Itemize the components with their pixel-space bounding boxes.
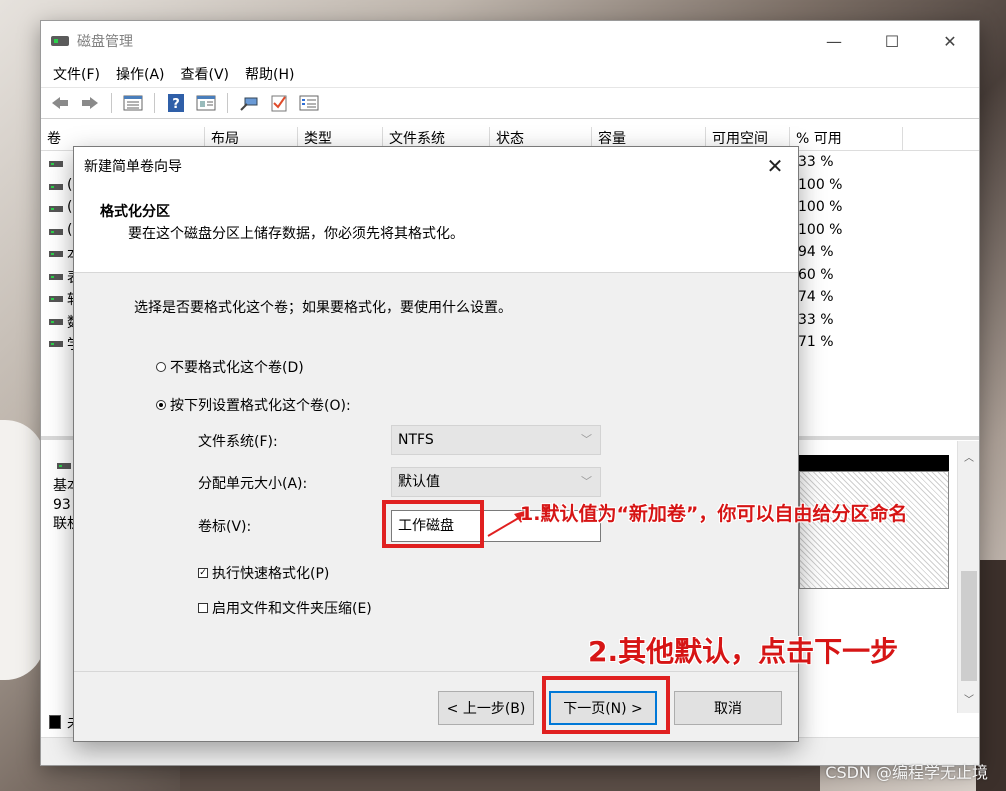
forward-icon[interactable] <box>77 90 103 116</box>
back-button[interactable]: < 上一步(B) <box>438 691 534 725</box>
percent-free: 94 % <box>798 244 834 260</box>
dialog-title[interactable]: 新建简单卷向导 <box>74 147 798 185</box>
minimize-button[interactable]: — <box>805 21 863 61</box>
svg-text:?: ? <box>172 97 180 112</box>
wizard-body: 选择是否要格式化这个卷；如果要格式化，要使用什么设置。 不要格式化这个卷(D) … <box>74 273 798 681</box>
wizard-step-description: 要在这个磁盘分区上储存数据，你必须先将其格式化。 <box>128 226 464 242</box>
format-option[interactable]: 按下列设置格式化这个卷(O): <box>156 395 351 415</box>
no-format-label: 不要格式化这个卷(D) <box>170 360 304 376</box>
background-shape <box>0 420 45 680</box>
toolbar: ? <box>41 87 979 119</box>
allocation-unit-label: 分配单元大小(A): <box>198 476 308 492</box>
percent-free: 33 % <box>798 311 834 328</box>
toolbar-divider <box>154 93 155 113</box>
wizard-step-title: 格式化分区 <box>100 204 170 220</box>
file-system-select[interactable]: NTFS ﹀ <box>391 425 601 455</box>
chevron-down-icon: ﹀ <box>581 475 592 488</box>
percent-free: 71 % <box>798 334 834 350</box>
compression-label: 启用文件和文件夹压缩(E) <box>212 601 372 617</box>
radio-button[interactable] <box>156 362 166 372</box>
volume-name: ( <box>67 221 73 238</box>
menu-help[interactable]: 帮助(H) <box>239 64 300 84</box>
checkbox-checked[interactable]: ✓ <box>198 568 208 578</box>
back-icon[interactable] <box>47 90 73 116</box>
title-bar[interactable]: 磁盘管理 — ☐ ✕ <box>41 21 979 61</box>
column-header[interactable]: % 可用 <box>790 127 903 150</box>
drive-icon <box>49 206 63 212</box>
allocation-unit-value: 默认值 <box>398 474 440 490</box>
toolbar-divider <box>111 93 112 113</box>
menu-action[interactable]: 操作(A) <box>110 64 171 84</box>
unallocated-region[interactable] <box>799 471 949 589</box>
format-label: 按下列设置格式化这个卷(O): <box>170 398 351 414</box>
drive-icon <box>49 228 63 235</box>
dialog-close-icon[interactable]: ✕ <box>760 151 790 181</box>
check-icon[interactable] <box>266 90 292 116</box>
unallocated-bar <box>799 455 949 471</box>
volume-label-highlight <box>382 500 484 548</box>
allocation-unit-select[interactable]: 默认值 ﹀ <box>391 467 601 497</box>
wizard-header: 格式化分区 要在这个磁盘分区上储存数据，你必须先将其格式化。 <box>74 185 798 273</box>
menu-file[interactable]: 文件(F) <box>47 64 106 84</box>
radio-button-selected[interactable] <box>156 400 166 410</box>
unallocated-legend-swatch <box>49 715 61 729</box>
next-button-highlight <box>542 676 670 734</box>
list-icon[interactable] <box>296 90 322 116</box>
scroll-up-icon[interactable]: ︿ <box>958 449 980 469</box>
format-question: 选择是否要格式化这个卷；如果要格式化，要使用什么设置。 <box>134 300 512 316</box>
percent-free: 60 % <box>798 266 834 283</box>
percent-free: 74 % <box>798 289 834 305</box>
background-shape <box>976 560 1006 791</box>
volume-name: ( <box>67 199 73 215</box>
volume-name: ( <box>67 176 73 193</box>
wizard-footer: < 上一步(B) 下一页(N) > 取消 <box>74 671 798 741</box>
drive-icon <box>49 251 63 257</box>
list-view-icon[interactable] <box>120 90 146 116</box>
drive-icon <box>49 341 63 347</box>
drive-icon <box>49 318 63 325</box>
window-title: 磁盘管理 <box>77 34 133 50</box>
drive-icon <box>49 273 63 280</box>
quick-format-option[interactable]: ✓ 执行快速格式化(P) <box>198 563 329 583</box>
chevron-down-icon: ﹀ <box>581 433 592 446</box>
scroll-thumb[interactable] <box>961 571 977 681</box>
drive-icon <box>49 161 63 167</box>
watermark: CSDN @编程学无止境 <box>825 763 988 782</box>
checkbox[interactable] <box>198 603 208 613</box>
percent-free: 100 % <box>798 199 843 215</box>
scroll-down-icon[interactable]: ﹀ <box>958 691 980 711</box>
volume-label-label: 卷标(V): <box>198 519 252 535</box>
no-format-option[interactable]: 不要格式化这个卷(D) <box>156 357 304 377</box>
vertical-scrollbar[interactable]: ︿ ﹀ <box>957 441 979 713</box>
drive-icon <box>49 296 63 302</box>
connect-icon[interactable] <box>236 90 262 116</box>
percent-free: 33 % <box>798 154 834 170</box>
percent-free: 100 % <box>798 221 843 238</box>
disk-icon <box>57 463 71 469</box>
file-system-label: 文件系统(F): <box>198 434 278 450</box>
menu-bar: 文件(F) 操作(A) 查看(V) 帮助(H) <box>41 61 979 87</box>
drive-icon <box>49 183 63 190</box>
annotation-next-hint: 2.其他默认，点击下一步 <box>588 635 899 668</box>
close-button[interactable]: ✕ <box>921 21 979 61</box>
properties-icon[interactable] <box>193 90 219 116</box>
menu-view[interactable]: 查看(V) <box>175 64 236 84</box>
disk-management-icon <box>51 34 69 48</box>
compression-option[interactable]: 启用文件和文件夹压缩(E) <box>198 598 372 618</box>
annotation-rename-hint: 1.默认值为“新加卷”，你可以自由给分区命名 <box>520 503 908 525</box>
file-system-value: NTFS <box>398 432 434 448</box>
toolbar-divider <box>227 93 228 113</box>
cancel-button[interactable]: 取消 <box>674 691 782 725</box>
maximize-button[interactable]: ☐ <box>863 21 921 61</box>
quick-format-label: 执行快速格式化(P) <box>212 566 330 582</box>
help-icon[interactable]: ? <box>163 90 189 116</box>
percent-free: 100 % <box>798 176 843 193</box>
